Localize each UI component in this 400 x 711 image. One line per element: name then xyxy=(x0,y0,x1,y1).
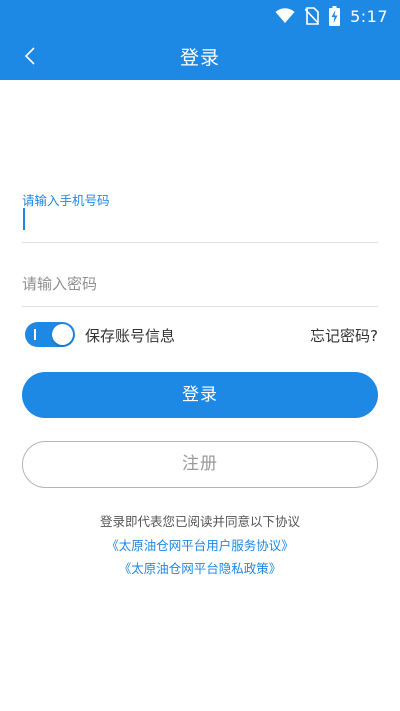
password-field[interactable] xyxy=(22,262,378,307)
app-screen: 5:17 登录 请输入手机号码 保存账号信息 忘记密码? 登录 注册 登录即代表… xyxy=(0,0,400,711)
page-title: 登录 xyxy=(179,47,220,69)
status-bar: 5:17 xyxy=(0,0,400,32)
password-input[interactable] xyxy=(22,272,362,296)
phone-field[interactable]: 请输入手机号码 xyxy=(22,186,378,243)
toggle-on-indicator xyxy=(34,329,36,340)
phone-input[interactable] xyxy=(22,208,362,232)
login-button[interactable]: 登录 xyxy=(22,372,378,418)
privacy-policy-link[interactable]: 《太原油仓网平台隐私政策》 xyxy=(0,558,400,577)
status-icons: 5:17 xyxy=(275,6,388,26)
remember-toggle[interactable] xyxy=(25,322,75,347)
battery-charging-icon xyxy=(329,6,341,26)
service-agreement-link[interactable]: 《太原油仓网平台用户服务协议》 xyxy=(0,535,400,554)
forgot-password-link[interactable]: 忘记密码? xyxy=(310,325,378,346)
remember-label: 保存账号信息 xyxy=(85,327,176,345)
no-sim-icon xyxy=(305,7,320,25)
register-button[interactable]: 注册 xyxy=(22,441,378,488)
agreement-text: 登录即代表您已阅读并同意以下协议 xyxy=(99,514,300,529)
status-time: 5:17 xyxy=(350,6,388,26)
phone-label: 请输入手机号码 xyxy=(22,193,110,208)
title-bar: 登录 xyxy=(0,32,400,80)
toggle-knob xyxy=(52,324,73,345)
wifi-icon xyxy=(275,8,295,23)
